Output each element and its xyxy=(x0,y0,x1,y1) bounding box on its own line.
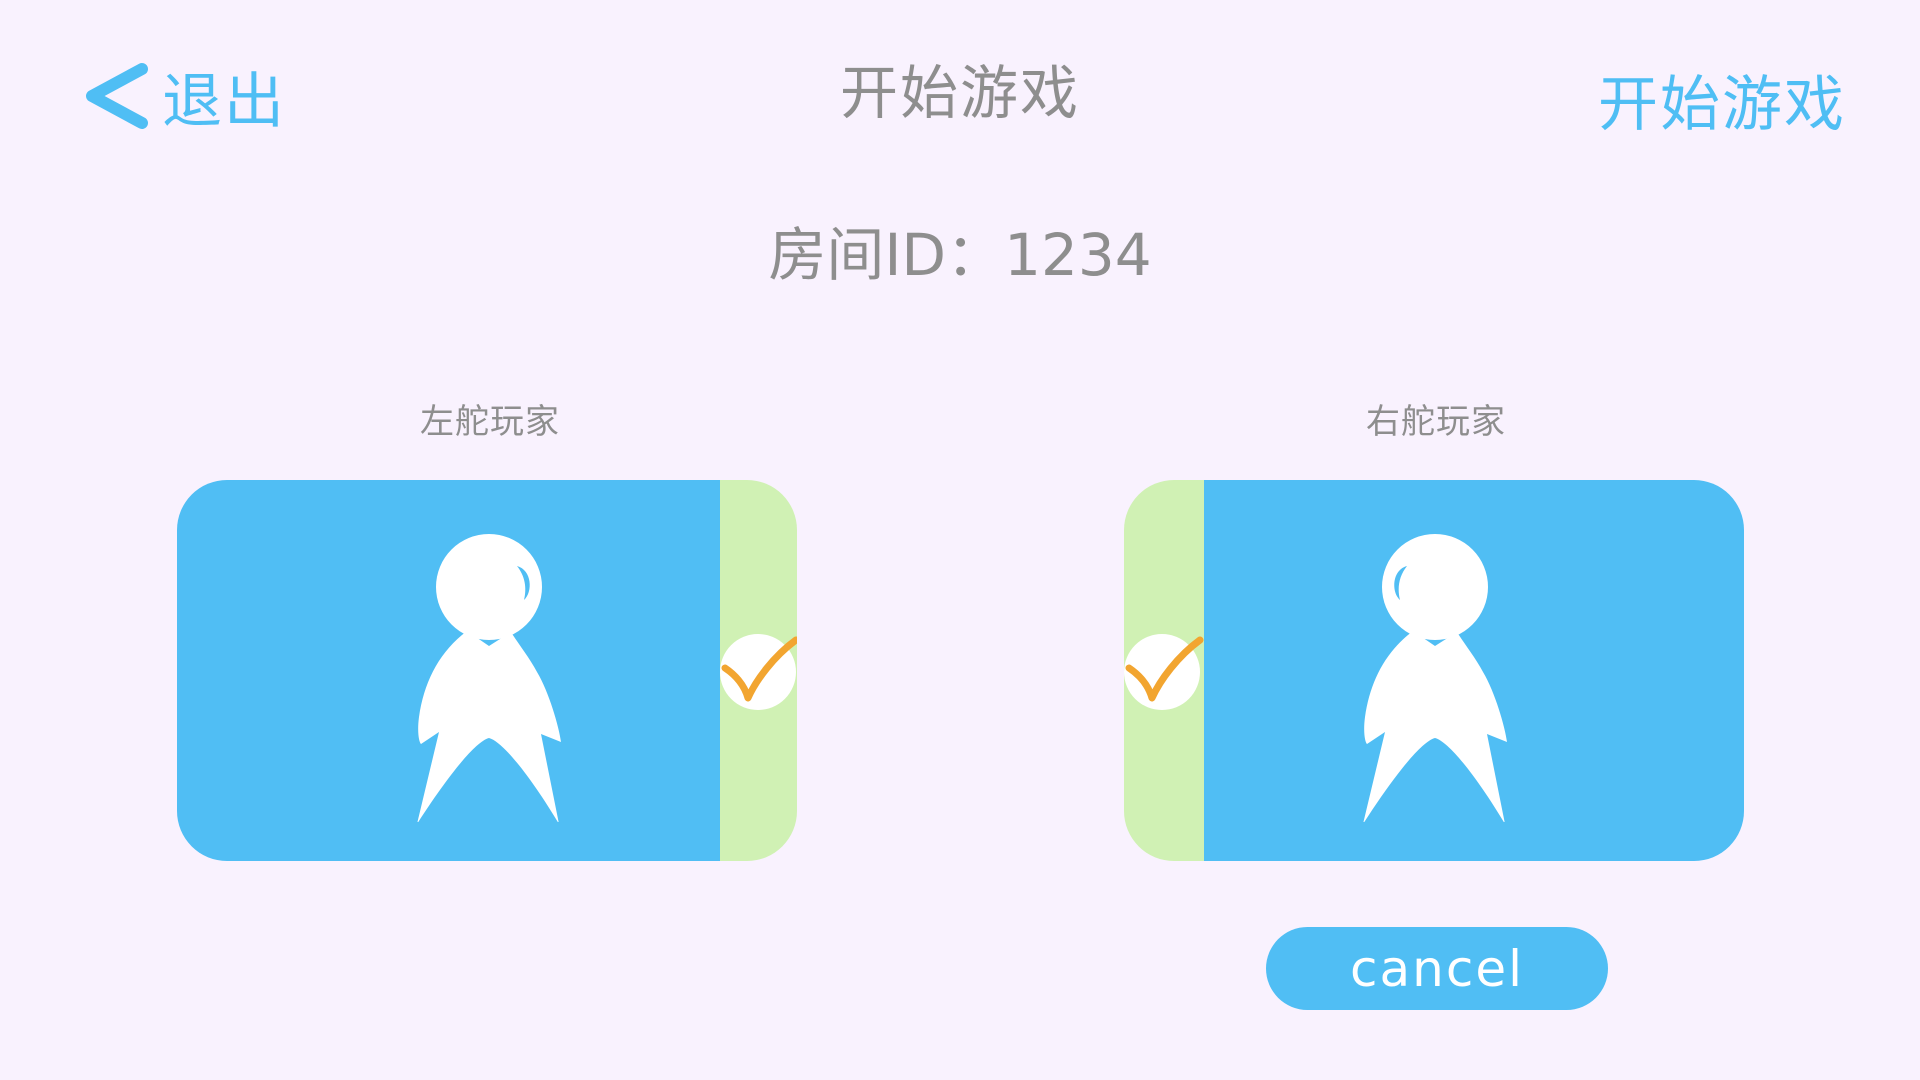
left-player-card[interactable] xyxy=(177,480,797,861)
ready-check-icon xyxy=(1124,634,1204,710)
player-avatar-icon xyxy=(417,534,561,822)
left-player-label: 左舵玩家 xyxy=(420,402,560,442)
start-game-button[interactable]: 开始游戏 xyxy=(1598,56,1846,143)
room-id-text: 房间ID：1234 xyxy=(768,221,1152,289)
cancel-button[interactable]: cancel xyxy=(1266,927,1608,1010)
right-player-card[interactable] xyxy=(1124,480,1744,861)
player-avatar-icon xyxy=(1363,534,1507,822)
ready-check-icon xyxy=(720,634,797,710)
right-player-label: 右舵玩家 xyxy=(1366,402,1506,442)
